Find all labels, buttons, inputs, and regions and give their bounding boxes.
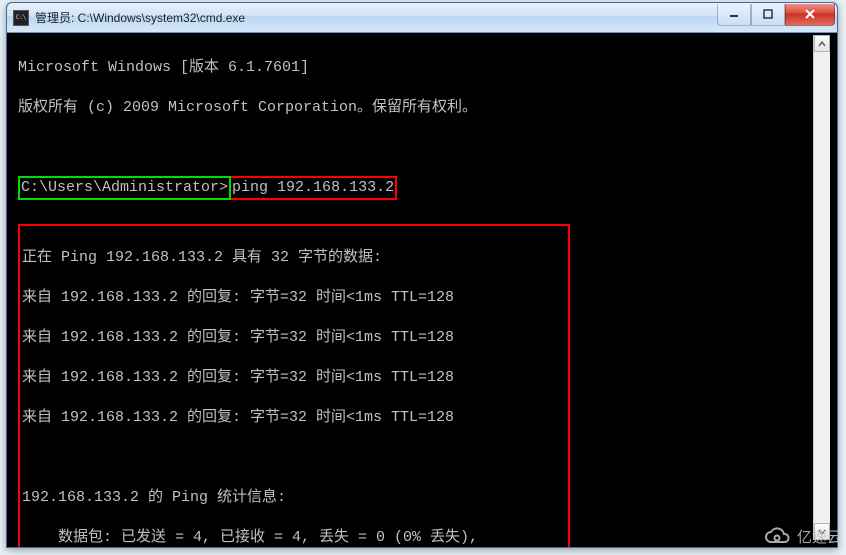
prompt-highlight-green: C:\Users\Administrator>: [18, 176, 231, 200]
console-blank: [18, 138, 826, 158]
close-icon: [804, 8, 816, 20]
ping-reply: 来自 192.168.133.2 的回复: 字节=32 时间<1ms TTL=1…: [22, 288, 566, 308]
command-highlight-red: ping 192.168.133.2: [231, 176, 397, 200]
minimize-icon: [729, 9, 739, 19]
console-line: Microsoft Windows [版本 6.1.7601]: [18, 58, 826, 78]
minimize-button[interactable]: [717, 4, 751, 26]
ping-intro: 正在 Ping 192.168.133.2 具有 32 字节的数据:: [22, 248, 566, 268]
ping-reply: 来自 192.168.133.2 的回复: 字节=32 时间<1ms TTL=1…: [22, 328, 566, 348]
cmd-window: 管理员: C:\Windows\system32\cmd.exe Microso…: [6, 2, 838, 548]
ping-reply: 来自 192.168.133.2 的回复: 字节=32 时间<1ms TTL=1…: [22, 408, 566, 428]
window-title: 管理员: C:\Windows\system32\cmd.exe: [35, 9, 717, 26]
prompt-line: C:\Users\Administrator>ping 192.168.133.…: [18, 178, 826, 198]
console-blank: [22, 448, 566, 468]
output-highlight-red: 正在 Ping 192.168.133.2 具有 32 字节的数据: 来自 19…: [18, 224, 570, 548]
console-area[interactable]: Microsoft Windows [版本 6.1.7601] 版权所有 (c)…: [14, 35, 830, 540]
vertical-scrollbar[interactable]: [813, 35, 830, 540]
close-button[interactable]: [785, 4, 835, 26]
stats-head: 192.168.133.2 的 Ping 统计信息:: [22, 488, 566, 508]
chevron-up-icon: [818, 40, 826, 48]
window-controls: [717, 4, 835, 26]
maximize-button[interactable]: [751, 4, 785, 26]
ping-reply: 来自 192.168.133.2 的回复: 字节=32 时间<1ms TTL=1…: [22, 368, 566, 388]
scroll-up-button[interactable]: [814, 35, 830, 52]
cmd-icon: [13, 10, 29, 26]
scroll-track[interactable]: [814, 52, 830, 523]
console-line: 版权所有 (c) 2009 Microsoft Corporation。保留所有…: [18, 98, 826, 118]
chevron-down-icon: [818, 528, 826, 536]
stats-packets: 数据包: 已发送 = 4, 已接收 = 4, 丢失 = 0 (0% 丢失),: [22, 528, 566, 548]
titlebar[interactable]: 管理员: C:\Windows\system32\cmd.exe: [7, 3, 837, 33]
scroll-down-button[interactable]: [814, 523, 830, 540]
maximize-icon: [763, 9, 773, 19]
